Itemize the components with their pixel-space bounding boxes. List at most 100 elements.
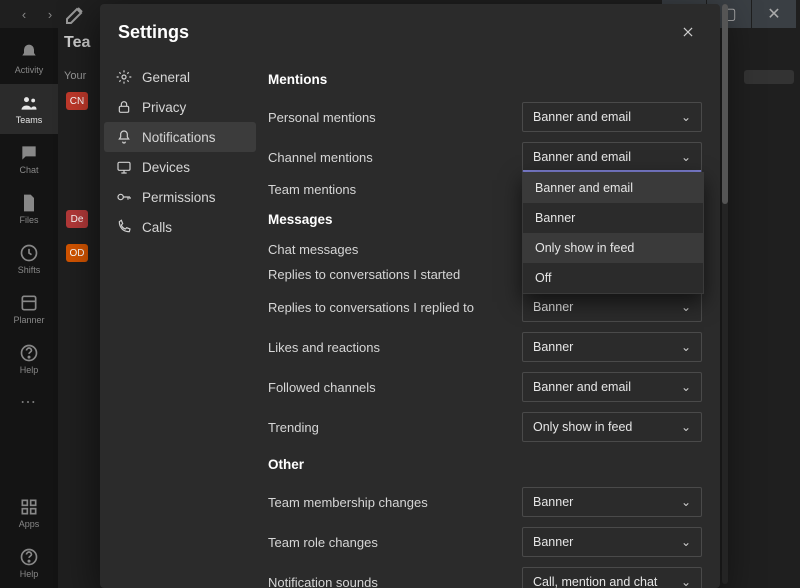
rail-label: Planner bbox=[13, 315, 44, 325]
dropdown-value: Banner and email bbox=[533, 150, 631, 164]
setting-label: Replies to conversations I started bbox=[268, 267, 460, 282]
category-label: Privacy bbox=[142, 100, 186, 115]
dropdown-likes[interactable]: Banner ⌄ bbox=[522, 332, 702, 362]
nav-forward-button[interactable]: › bbox=[38, 3, 62, 25]
column-header-ghost: Tea bbox=[64, 34, 104, 52]
rail-item-help-bottom[interactable]: Help bbox=[0, 538, 58, 588]
rail-item-teams[interactable]: Teams bbox=[0, 84, 58, 134]
chevron-down-icon: ⌄ bbox=[681, 340, 691, 354]
chevron-down-icon: ⌄ bbox=[681, 535, 691, 549]
dropdown-value: Call, mention and chat bbox=[533, 575, 657, 588]
setting-label: Team membership changes bbox=[268, 495, 428, 510]
chevron-down-icon: ⌄ bbox=[681, 495, 691, 509]
team-avatar-chip: CN bbox=[66, 92, 88, 110]
setting-label: Chat messages bbox=[268, 242, 358, 257]
chevron-down-icon: ⌄ bbox=[681, 150, 691, 164]
setting-label: Likes and reactions bbox=[268, 340, 380, 355]
rail-label: Apps bbox=[19, 519, 40, 529]
category-label: General bbox=[142, 70, 190, 85]
rail-item-chat[interactable]: Chat bbox=[0, 134, 58, 184]
category-devices[interactable]: Devices bbox=[104, 152, 256, 182]
dropdown-option[interactable]: Banner bbox=[523, 203, 703, 233]
rail-item-help-top[interactable]: Help bbox=[0, 334, 58, 384]
category-general[interactable]: General bbox=[104, 62, 256, 92]
nav-back-button[interactable]: ‹ bbox=[12, 3, 36, 25]
setting-row-personal-mentions: Personal mentions Banner and email ⌄ bbox=[268, 97, 702, 137]
section-heading-mentions: Mentions bbox=[268, 72, 702, 87]
right-column-ghost bbox=[732, 30, 794, 570]
setting-label: Replies to conversations I replied to bbox=[268, 300, 474, 315]
setting-row-membership: Team membership changes Banner ⌄ bbox=[268, 482, 702, 522]
dropdown-trending[interactable]: Only show in feed ⌄ bbox=[522, 412, 702, 442]
setting-row-channel-mentions: Channel mentions Banner and email ⌄ Bann… bbox=[268, 137, 702, 177]
modal-scroll-thumb[interactable] bbox=[722, 4, 728, 204]
dropdown-sounds[interactable]: Call, mention and chat ⌄ bbox=[522, 567, 702, 588]
category-notifications[interactable]: Notifications bbox=[104, 122, 256, 152]
setting-label: Trending bbox=[268, 420, 319, 435]
setting-row-role: Team role changes Banner ⌄ bbox=[268, 522, 702, 562]
category-label: Calls bbox=[142, 220, 172, 235]
left-nav-rail: Activity Teams Chat Files Shifts Planner… bbox=[0, 28, 58, 588]
chevron-down-icon: ⌄ bbox=[681, 300, 691, 314]
dropdown-menu: Banner and email Banner Only show in fee… bbox=[522, 172, 704, 294]
setting-label: Followed channels bbox=[268, 380, 376, 395]
modal-title: Settings bbox=[118, 22, 189, 43]
chevron-down-icon: ⌄ bbox=[681, 380, 691, 394]
rail-label: Help bbox=[20, 365, 39, 375]
category-privacy[interactable]: Privacy bbox=[104, 92, 256, 122]
category-label: Notifications bbox=[142, 130, 216, 145]
rail-item-apps[interactable]: Apps bbox=[0, 488, 58, 538]
compose-button[interactable] bbox=[64, 3, 88, 25]
dropdown-value: Banner bbox=[533, 340, 573, 354]
setting-label: Team mentions bbox=[268, 182, 356, 197]
dropdown-value: Banner and email bbox=[533, 380, 631, 394]
rail-item-files[interactable]: Files bbox=[0, 184, 58, 234]
column-sub-ghost: Your bbox=[64, 70, 86, 82]
rail-overflow-button[interactable]: ⋯ bbox=[20, 384, 38, 420]
modal-header: Settings bbox=[100, 4, 720, 56]
team-avatar-chip: De bbox=[66, 210, 88, 228]
setting-row-sounds: Notification sounds Call, mention and ch… bbox=[268, 562, 702, 588]
team-avatar-chip: OD bbox=[66, 244, 88, 262]
rail-label: Files bbox=[19, 215, 38, 225]
dropdown-followed[interactable]: Banner and email ⌄ bbox=[522, 372, 702, 402]
section-heading-other: Other bbox=[268, 457, 702, 472]
rail-item-planner[interactable]: Planner bbox=[0, 284, 58, 334]
rail-label: Shifts bbox=[18, 265, 41, 275]
category-label: Devices bbox=[142, 160, 190, 175]
dropdown-role[interactable]: Banner ⌄ bbox=[522, 527, 702, 557]
dropdown-personal-mentions[interactable]: Banner and email ⌄ bbox=[522, 102, 702, 132]
dropdown-value: Banner and email bbox=[533, 110, 631, 124]
rail-label: Help bbox=[20, 569, 39, 579]
settings-content: Mentions Personal mentions Banner and em… bbox=[260, 56, 720, 588]
rail-label: Chat bbox=[19, 165, 38, 175]
setting-row-followed: Followed channels Banner and email ⌄ bbox=[268, 367, 702, 407]
dropdown-channel-mentions[interactable]: Banner and email ⌄ Banner and email Bann… bbox=[522, 142, 702, 172]
rail-item-shifts[interactable]: Shifts bbox=[0, 234, 58, 284]
dropdown-value: Banner bbox=[533, 300, 573, 314]
rail-label: Teams bbox=[16, 115, 43, 125]
dropdown-value: Only show in feed bbox=[533, 420, 632, 434]
setting-row-trending: Trending Only show in feed ⌄ bbox=[268, 407, 702, 447]
modal-close-button[interactable] bbox=[674, 18, 702, 46]
dropdown-value: Banner bbox=[533, 535, 573, 549]
setting-label: Team role changes bbox=[268, 535, 378, 550]
category-permissions[interactable]: Permissions bbox=[104, 182, 256, 212]
settings-category-list: General Privacy Notifications Devices Pe… bbox=[100, 56, 260, 588]
setting-label: Channel mentions bbox=[268, 150, 373, 165]
dropdown-replies-replied[interactable]: Banner ⌄ bbox=[522, 292, 702, 322]
category-calls[interactable]: Calls bbox=[104, 212, 256, 242]
dropdown-option[interactable]: Banner and email bbox=[523, 173, 703, 203]
dropdown-option[interactable]: Only show in feed bbox=[523, 233, 703, 263]
settings-modal: Settings General Privacy Notifications D… bbox=[100, 4, 720, 588]
chevron-down-icon: ⌄ bbox=[681, 110, 691, 124]
window-close-button[interactable]: ✕ bbox=[752, 0, 796, 28]
chevron-down-icon: ⌄ bbox=[681, 575, 691, 588]
rail-label: Activity bbox=[15, 65, 44, 75]
setting-label: Personal mentions bbox=[268, 110, 376, 125]
dropdown-membership[interactable]: Banner ⌄ bbox=[522, 487, 702, 517]
dropdown-option[interactable]: Off bbox=[523, 263, 703, 293]
category-label: Permissions bbox=[142, 190, 216, 205]
chevron-down-icon: ⌄ bbox=[681, 420, 691, 434]
rail-item-activity[interactable]: Activity bbox=[0, 34, 58, 84]
